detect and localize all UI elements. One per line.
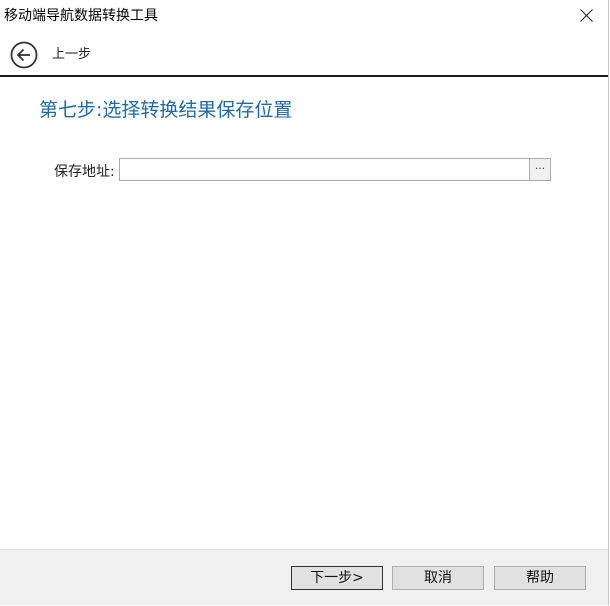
cancel-button[interactable]: 取消 [392, 566, 484, 590]
browse-button[interactable]: ··· [529, 158, 551, 181]
title-bar: 移动端导航数据转换工具 [0, 0, 608, 32]
step-title: 第七步:选择转换结果保存位置 [39, 99, 293, 121]
save-path-input[interactable] [119, 158, 537, 181]
back-button[interactable] [10, 41, 38, 69]
close-icon [580, 9, 593, 22]
footer-bar: 下一步> 取消 帮助 [0, 549, 608, 605]
save-path-label: 保存地址: [54, 164, 115, 180]
close-button[interactable] [565, 0, 608, 32]
back-arrow-circle-icon [10, 41, 38, 69]
window-title: 移动端导航数据转换工具 [4, 8, 158, 24]
back-label[interactable]: 上一步 [52, 46, 91, 63]
navigation-bar: 上一步 [0, 32, 608, 75]
next-button[interactable]: 下一步> [291, 566, 383, 590]
app-window: 移动端导航数据转换工具 上一步 第七步:选择转换结果保存位置 保存地址: ···… [0, 0, 609, 605]
header-divider [0, 75, 608, 77]
help-button[interactable]: 帮助 [494, 566, 586, 590]
